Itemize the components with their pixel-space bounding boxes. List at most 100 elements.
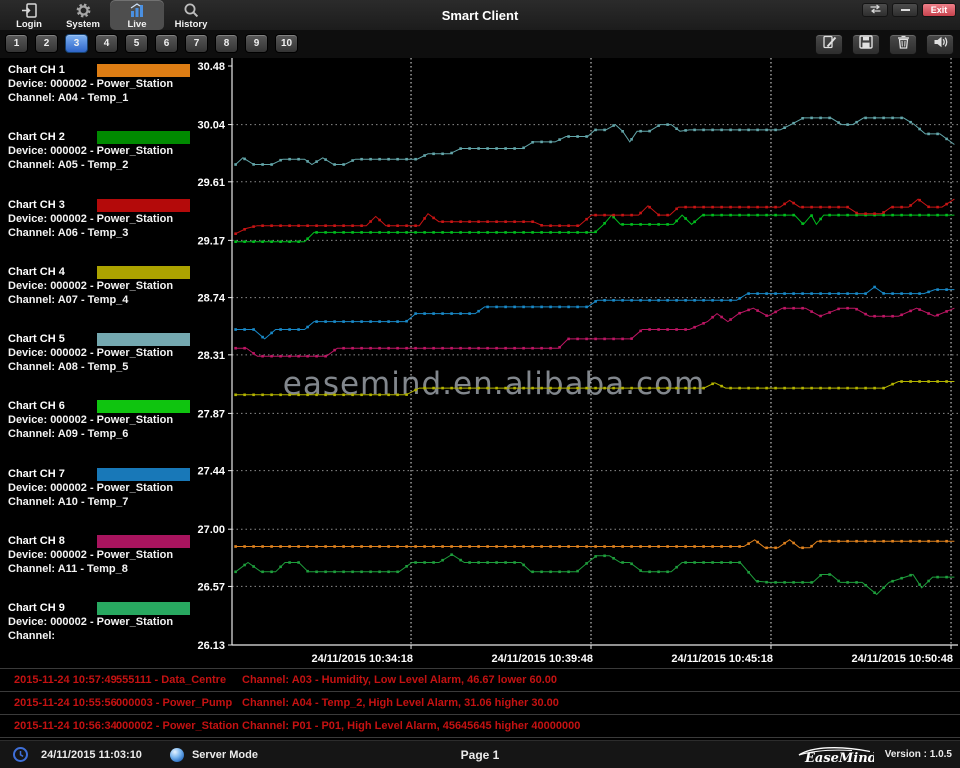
channel-device: Device: 000002 - Power_Station bbox=[8, 212, 190, 226]
channel-color-swatch bbox=[97, 199, 190, 212]
channel-title: Chart CH 1 bbox=[8, 63, 97, 77]
status-datetime: 24/11/2015 11:03:10 bbox=[41, 749, 142, 761]
y-axis-labels: 30.4830.0429.6129.1728.7428.3127.8727.44… bbox=[197, 61, 225, 652]
save-button[interactable] bbox=[852, 34, 880, 55]
volume-button[interactable] bbox=[926, 34, 954, 55]
channel-color-swatch bbox=[97, 64, 190, 77]
y-axis-label: 30.04 bbox=[197, 120, 225, 132]
y-axis-label: 27.44 bbox=[197, 466, 225, 478]
channel-list-item[interactable]: Chart CH 4Device: 000002 - Power_Station… bbox=[0, 264, 190, 331]
y-axis-label: 28.31 bbox=[197, 350, 225, 362]
alarm-message: Channel: P01 - P01, High Level Alarm, 45… bbox=[242, 720, 580, 732]
y-axis-label: 26.13 bbox=[197, 640, 225, 652]
channel-list-item[interactable]: Chart CH 9Device: 000002 - Power_Station… bbox=[0, 600, 190, 667]
live-trend-chart: 30.4830.0429.6129.1728.7428.3127.8727.44… bbox=[190, 58, 960, 668]
series-temp-7 bbox=[234, 286, 954, 339]
channel-device: Device: 000002 - Power_Station bbox=[8, 279, 190, 293]
channel-list-item[interactable]: Chart CH 5Device: 000002 - Power_Station… bbox=[0, 331, 190, 398]
header: Login System Live History Smart bbox=[0, 0, 960, 30]
channel-device: Device: 000002 - Power_Station bbox=[8, 413, 190, 427]
nav-live[interactable]: Live bbox=[110, 0, 164, 30]
alarm-row[interactable]: 2015-11-24 10:56:34000002 - Power_Statio… bbox=[0, 715, 960, 738]
page-tab-10[interactable]: 10 bbox=[275, 34, 298, 53]
nav-history[interactable]: History bbox=[164, 0, 218, 30]
channel-list-item[interactable]: Chart CH 8Device: 000002 - Power_Station… bbox=[0, 533, 190, 600]
channel-channel: Channel: A08 - Temp_5 bbox=[8, 360, 190, 374]
page-tab-5[interactable]: 5 bbox=[125, 34, 148, 53]
page-tab-2[interactable]: 2 bbox=[35, 34, 58, 53]
series-temp-1 bbox=[234, 540, 954, 549]
alarm-row[interactable]: 2015-11-24 10:57:49555111 - Data_CentreC… bbox=[0, 669, 960, 692]
alarm-device: 555111 - Data_Centre bbox=[116, 674, 242, 686]
channel-title: Chart CH 8 bbox=[8, 534, 97, 548]
edit-button[interactable] bbox=[815, 34, 843, 55]
watermark-text: easemind.en.alibaba.com bbox=[283, 366, 706, 402]
channel-color-swatch bbox=[97, 602, 190, 615]
alarm-device: 000002 - Power_Station bbox=[116, 720, 242, 732]
channel-list-item[interactable]: Chart CH 6Device: 000002 - Power_Station… bbox=[0, 398, 190, 465]
page-tab-9[interactable]: 9 bbox=[245, 34, 268, 53]
alarm-list: 2015-11-24 10:57:49555111 - Data_CentreC… bbox=[0, 668, 960, 740]
nav-system-label: System bbox=[66, 19, 100, 30]
channel-list-item[interactable]: Chart CH 2Device: 000002 - Power_Station… bbox=[0, 129, 190, 196]
channel-title: Chart CH 9 bbox=[8, 601, 97, 615]
y-axis-label: 26.57 bbox=[197, 581, 225, 593]
alarm-time: 2015-11-24 10:55:56 bbox=[0, 697, 116, 709]
channel-channel: Channel: A04 - Temp_1 bbox=[8, 91, 190, 105]
series-temp-3 bbox=[234, 199, 954, 235]
switch-user-button[interactable] bbox=[862, 3, 888, 17]
channel-channel: Channel: A11 - Temp_8 bbox=[8, 562, 190, 576]
channel-title: Chart CH 3 bbox=[8, 198, 97, 212]
speaker-icon bbox=[933, 35, 948, 54]
version-label: Version : 1.0.5 bbox=[885, 749, 952, 760]
page-tab-4[interactable]: 4 bbox=[95, 34, 118, 53]
channel-list-item[interactable]: Chart CH 7Device: 000002 - Power_Station… bbox=[0, 466, 190, 533]
alarm-time: 2015-11-24 10:56:34 bbox=[0, 720, 116, 732]
channel-title: Chart CH 2 bbox=[8, 130, 97, 144]
alarm-time: 2015-11-24 10:57:49 bbox=[0, 674, 116, 686]
channel-device: Device: 000002 - Power_Station bbox=[8, 548, 190, 562]
x-axis-label: 24/11/2015 10:50:48 bbox=[851, 653, 953, 665]
nav-login[interactable]: Login bbox=[2, 0, 56, 30]
page-tab-6[interactable]: 6 bbox=[155, 34, 178, 53]
channel-list-item[interactable]: Chart CH 1Device: 000002 - Power_Station… bbox=[0, 62, 190, 129]
server-mode-label: Server Mode bbox=[192, 749, 258, 761]
channel-list-item[interactable]: Chart CH 3Device: 000002 - Power_Station… bbox=[0, 197, 190, 264]
y-axis-label: 27.00 bbox=[197, 524, 225, 536]
content-area: Chart CH 1 Device: 000002 - Power_Station… bbox=[0, 58, 960, 668]
alarm-message: Channel: A04 - Temp_2, High Level Alarm,… bbox=[242, 697, 559, 709]
exit-button[interactable]: Exit bbox=[922, 3, 956, 17]
minimize-icon bbox=[901, 9, 910, 11]
series-temp-2 bbox=[234, 553, 954, 594]
gear-icon bbox=[75, 2, 92, 19]
clock-icon bbox=[12, 746, 29, 763]
series-temp-8 bbox=[234, 307, 954, 358]
minimize-button[interactable] bbox=[892, 3, 918, 17]
page-tab-7[interactable]: 7 bbox=[185, 34, 208, 53]
page-tabs: 123456789 10 bbox=[5, 34, 298, 53]
channel-color-swatch bbox=[97, 468, 190, 481]
y-axis-label: 29.17 bbox=[197, 235, 225, 247]
channel-channel: Channel: A10 - Temp_7 bbox=[8, 495, 190, 509]
y-axis-label: 28.74 bbox=[197, 293, 225, 305]
smart-client-window: Login System Live History Smart bbox=[0, 0, 960, 768]
channel-color-swatch bbox=[97, 333, 190, 346]
chart-axes bbox=[228, 58, 958, 649]
page-tab-8[interactable]: 8 bbox=[215, 34, 238, 53]
delete-button[interactable] bbox=[889, 34, 917, 55]
nav-system[interactable]: System bbox=[56, 0, 110, 30]
alarm-device: 000003 - Power_Pump bbox=[116, 697, 242, 709]
x-axis-label: 24/11/2015 10:45:18 bbox=[671, 653, 773, 665]
channel-channel: Channel: bbox=[8, 629, 190, 643]
alarm-row[interactable]: 2015-11-24 10:55:56000003 - Power_PumpCh… bbox=[0, 692, 960, 715]
channel-channel: Channel: A06 - Temp_3 bbox=[8, 226, 190, 240]
channel-color-swatch bbox=[97, 535, 190, 548]
channel-color-swatch bbox=[97, 400, 190, 413]
channel-channel: Channel: A05 - Temp_2 bbox=[8, 158, 190, 172]
nav-login-label: Login bbox=[16, 19, 42, 30]
page-tab-1[interactable]: 1 bbox=[5, 34, 28, 53]
page-tab-3[interactable]: 3 bbox=[65, 34, 88, 53]
main-nav: Login System Live History bbox=[2, 0, 218, 30]
chart-toolbar bbox=[815, 34, 954, 55]
chart-watermark: easemind.en.alibaba.com bbox=[283, 366, 706, 402]
